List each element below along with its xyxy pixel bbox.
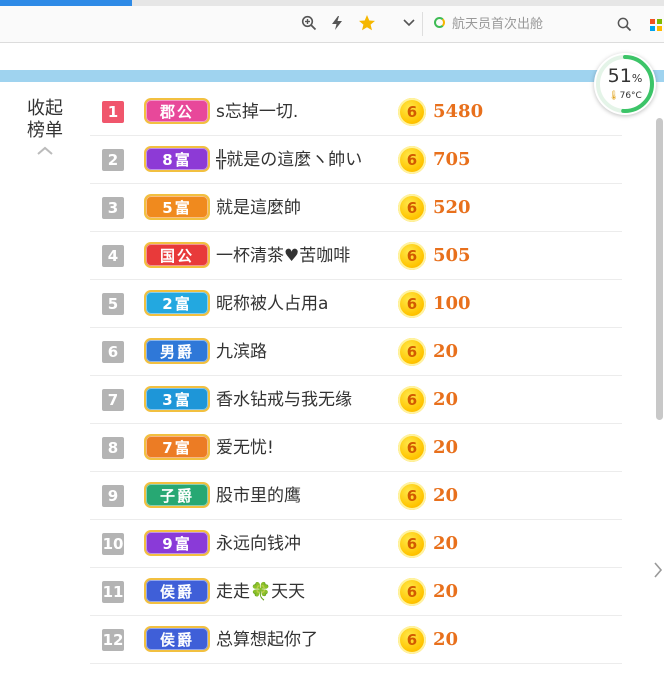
chevron-down-icon[interactable] <box>398 12 420 34</box>
user-nickname[interactable]: 九滨路 <box>216 340 396 364</box>
title-badge: 侯爵 <box>144 626 210 652</box>
user-nickname[interactable]: 就是這麼帥 <box>216 196 396 220</box>
title-badge: 7富 <box>144 434 210 460</box>
chevron-right-icon[interactable] <box>652 560 664 580</box>
ranking-row[interactable]: 2 8富 ╬就是の這麼ヽ帥い 6 705 <box>90 136 622 184</box>
score-value: 520 <box>433 197 471 218</box>
title-badge: 2富 <box>144 290 210 316</box>
score-value: 20 <box>433 485 459 506</box>
title-badge: 9富 <box>144 530 210 556</box>
rank-number: 10 <box>102 533 124 555</box>
score-value: 20 <box>433 581 459 602</box>
system-monitor-widget[interactable]: 51% 🌡76°C <box>594 53 656 115</box>
title-badge: 子爵 <box>144 482 210 508</box>
ranking-row[interactable]: 4 国公 一杯清茶♥苦咖啡 6 505 <box>90 232 622 280</box>
rank-number: 4 <box>102 245 124 267</box>
coin-icon: 6 <box>398 482 426 510</box>
title-badge: 8富 <box>144 146 210 172</box>
ranking-row[interactable]: 8 7富 爱无忧! 6 20 <box>90 424 622 472</box>
coin-icon: 6 <box>398 626 426 654</box>
rank-number: 2 <box>102 149 124 171</box>
rank-number: 1 <box>102 101 124 123</box>
bolt-icon[interactable] <box>326 12 348 34</box>
ranking-row[interactable]: 11 侯爵 走走🍀天天 6 20 <box>90 568 622 616</box>
ranking-row[interactable]: 6 男爵 九滨路 6 20 <box>90 328 622 376</box>
usage-percent: 51% <box>607 65 643 87</box>
rank-number: 7 <box>102 389 124 411</box>
user-nickname[interactable]: s忘掉一切. <box>216 100 396 124</box>
title-badge: 3富 <box>144 386 210 412</box>
ranking-row[interactable]: 10 9富 永远向钱冲 6 20 <box>90 520 622 568</box>
rank-number: 5 <box>102 293 124 315</box>
zoom-icon[interactable] <box>298 12 320 34</box>
user-nickname[interactable]: 爱无忧! <box>216 436 396 460</box>
score-value: 100 <box>433 293 471 314</box>
score-value: 505 <box>433 245 471 266</box>
coin-icon: 6 <box>398 578 426 606</box>
ranking-row[interactable]: 12 侯爵 总算想起你了 6 20 <box>90 616 622 664</box>
user-nickname[interactable]: 一杯清茶♥苦咖啡 <box>216 244 396 268</box>
search-box <box>432 10 638 38</box>
title-badge: 国公 <box>144 242 210 268</box>
coin-icon: 6 <box>398 194 426 222</box>
toolbar-divider <box>422 12 423 36</box>
ranking-panel: 收起榜单 1 郡公 s忘掉一切. 6 5480 2 8富 ╬就是の這麼ヽ帥い 6 705 3 5富 就是… <box>0 82 652 686</box>
temperature-readout: 🌡76°C <box>608 91 642 101</box>
score-value: 5480 <box>433 101 484 122</box>
coin-icon: 6 <box>398 290 426 318</box>
score-value: 20 <box>433 629 459 650</box>
coin-icon: 6 <box>398 98 426 126</box>
title-badge: 郡公 <box>144 98 210 124</box>
coin-icon: 6 <box>398 386 426 414</box>
collapse-ranking-button[interactable]: 收起榜单 <box>12 98 78 156</box>
user-nickname[interactable]: 股市里的鹰 <box>216 484 396 508</box>
rank-number: 9 <box>102 485 124 507</box>
coin-icon: 6 <box>398 242 426 270</box>
user-nickname[interactable]: 香水钻戒与我无缘 <box>216 388 396 412</box>
search-input[interactable] <box>452 14 612 34</box>
ranking-row[interactable]: 3 5富 就是這麼帥 6 520 <box>90 184 622 232</box>
rank-number: 8 <box>102 437 124 459</box>
page-header-band <box>0 70 664 82</box>
coin-icon: 6 <box>398 338 426 366</box>
score-value: 20 <box>433 437 459 458</box>
star-icon[interactable] <box>356 12 378 34</box>
title-badge: 侯爵 <box>144 578 210 604</box>
title-badge: 男爵 <box>144 338 210 364</box>
rank-number: 12 <box>102 629 124 651</box>
thermometer-icon: 🌡 <box>608 91 620 101</box>
rank-number: 3 <box>102 197 124 219</box>
collapse-ranking-label: 收起榜单 <box>27 98 63 141</box>
user-nickname[interactable]: 永远向钱冲 <box>216 532 396 556</box>
title-badge: 5富 <box>144 194 210 220</box>
chevron-up-icon <box>37 146 53 155</box>
user-nickname[interactable]: 总算想起你了 <box>216 628 396 652</box>
ranking-row[interactable]: 5 2富 昵称被人占用a 6 100 <box>90 280 622 328</box>
score-value: 20 <box>433 341 459 362</box>
ranking-row[interactable]: 1 郡公 s忘掉一切. 6 5480 <box>90 88 622 136</box>
coin-icon: 6 <box>398 146 426 174</box>
search-icon[interactable] <box>614 14 634 34</box>
user-nickname[interactable]: 昵称被人占用a <box>216 292 396 316</box>
browser-toolbar <box>0 6 664 43</box>
scrollbar-thumb[interactable] <box>656 118 663 420</box>
user-nickname[interactable]: ╬就是の這麼ヽ帥い <box>216 148 396 172</box>
ranking-list: 1 郡公 s忘掉一切. 6 5480 2 8富 ╬就是の這麼ヽ帥い 6 705 3 5富 就是這麼帥 6 5… <box>90 88 622 664</box>
coin-icon: 6 <box>398 530 426 558</box>
search-engine-logo-icon <box>434 17 445 28</box>
rank-number: 11 <box>102 581 124 603</box>
coin-icon: 6 <box>398 434 426 462</box>
rank-number: 6 <box>102 341 124 363</box>
apps-icon[interactable] <box>650 19 662 31</box>
user-nickname[interactable]: 走走🍀天天 <box>216 580 396 604</box>
score-value: 20 <box>433 389 459 410</box>
score-value: 705 <box>433 149 471 170</box>
score-value: 20 <box>433 533 459 554</box>
ranking-row[interactable]: 9 子爵 股市里的鹰 6 20 <box>90 472 622 520</box>
ranking-row[interactable]: 7 3富 香水钻戒与我无缘 6 20 <box>90 376 622 424</box>
